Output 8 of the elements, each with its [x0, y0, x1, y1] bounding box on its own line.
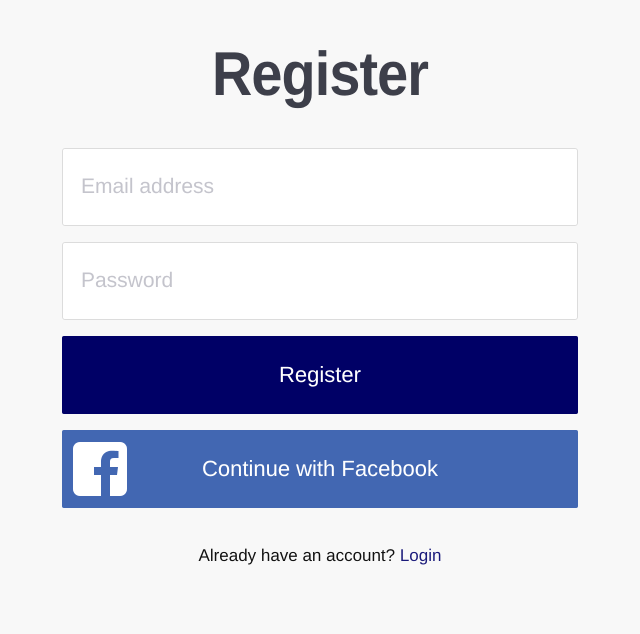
facebook-button[interactable]: Continue with Facebook: [62, 430, 578, 508]
register-button[interactable]: Register: [62, 336, 578, 414]
login-prompt: Already have an account? Login: [198, 546, 442, 566]
f-logo-icon: [73, 442, 127, 496]
password-field[interactable]: Password: [62, 242, 578, 320]
page-title: Register: [212, 39, 428, 111]
login-link[interactable]: Login: [400, 546, 442, 565]
email-field[interactable]: Email address: [62, 148, 578, 226]
